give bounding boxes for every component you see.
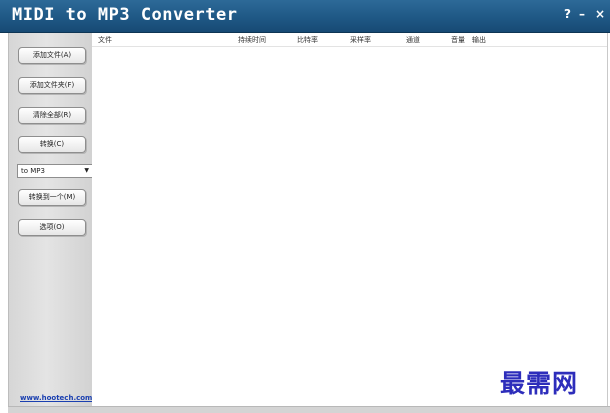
column-channels[interactable]: 通道	[406, 35, 420, 45]
minimize-button[interactable]: –	[579, 7, 585, 21]
clear-all-button[interactable]: 清除全部(R)	[18, 107, 86, 124]
column-sample-rate[interactable]: 采样率	[350, 35, 371, 45]
dropdown-arrow-icon: ▼	[84, 167, 89, 174]
column-bitrate[interactable]: 比特率	[297, 35, 318, 45]
column-output[interactable]: 输出	[472, 35, 486, 45]
app-title: MIDI to MP3 Converter	[12, 5, 238, 25]
file-list[interactable]: 文件 持续时间 比特率 采样率 通道 音量 输出	[92, 33, 608, 407]
watermark-logo: 最需网	[500, 369, 579, 398]
output-format-select[interactable]: to MP3 ▼	[17, 164, 93, 178]
title-bar: MIDI to MP3 Converter ? – ×	[0, 0, 610, 33]
convert-button[interactable]: 转换(C)	[18, 136, 86, 153]
help-button[interactable]: ?	[564, 7, 571, 21]
add-file-button[interactable]: 添加文件(A)	[18, 47, 86, 64]
column-volume[interactable]: 音量	[451, 35, 465, 45]
options-button[interactable]: 选项(O)	[18, 219, 86, 236]
output-format-value: to MP3	[21, 167, 45, 175]
website-link[interactable]: www.hootech.com	[20, 394, 92, 402]
close-button[interactable]: ×	[595, 7, 605, 21]
file-list-body[interactable]	[92, 47, 607, 407]
add-folder-button[interactable]: 添加文件夹(F)	[18, 77, 86, 94]
convert-to-one-button[interactable]: 转换到一个(M)	[18, 189, 86, 206]
column-duration[interactable]: 持续时间	[238, 35, 266, 45]
column-file[interactable]: 文件	[98, 35, 112, 45]
sidebar: 添加文件(A) 添加文件夹(F) 清除全部(R) 转换(C) to MP3 ▼ …	[8, 33, 93, 407]
file-list-header: 文件 持续时间 比特率 采样率 通道 音量 输出	[92, 33, 607, 47]
